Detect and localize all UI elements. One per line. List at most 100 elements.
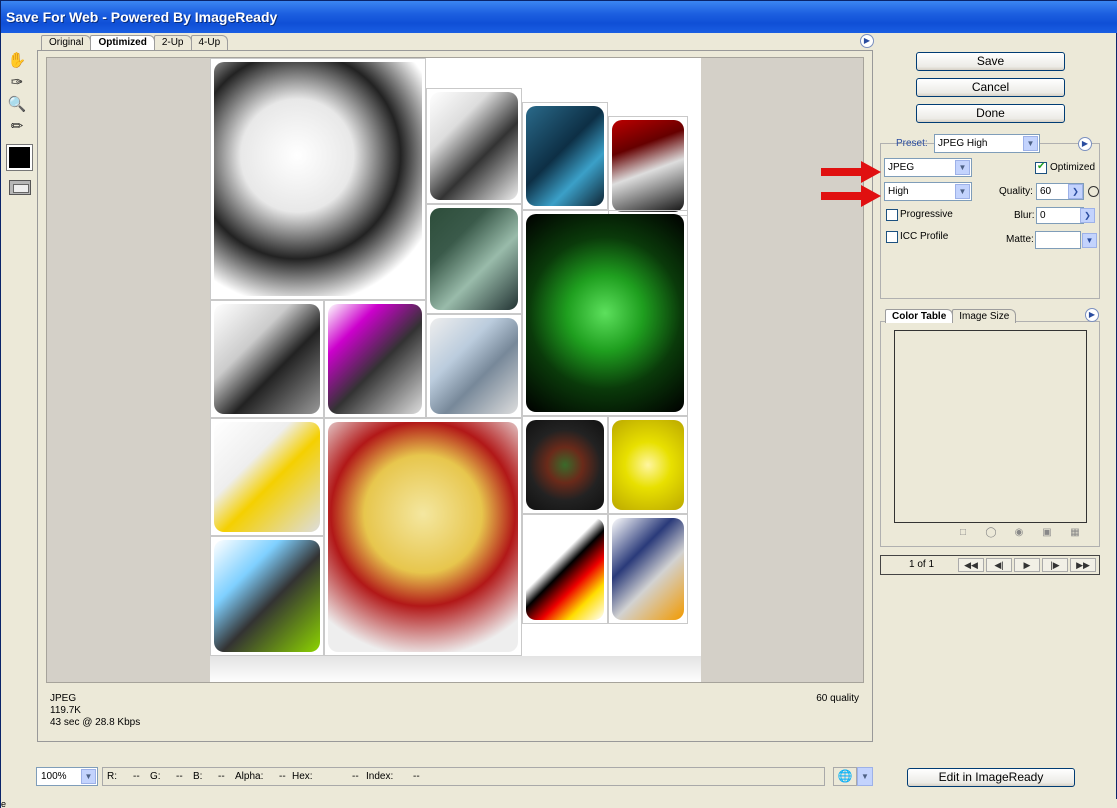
tab-4-up[interactable]: 4-Up [190,35,229,50]
color-table-tabs: Color Table Image Size [885,309,1017,323]
collage-tile-pink-grunge [324,300,426,418]
collage-tile-music [210,58,426,300]
collage-tile-film-strip [608,514,688,624]
preview-in-browser-button[interactable]: 🌐 [833,767,857,786]
collage-image [210,58,701,682]
eyedropper-tool-icon[interactable]: ✏ [5,115,29,137]
color-table-actions: □ ◯ ◉ ▣ ▦ [956,527,1096,539]
optimized-checkbox[interactable] [1035,161,1047,174]
collage-tile-gun [426,314,522,418]
collage-tile-portrait-2 [522,102,608,210]
optimize-menu-icon[interactable]: ▶ [1078,137,1092,151]
save-for-web-window: Save For Web - Powered By ImageReady ✋ ✑… [0,0,1117,808]
delete-color-icon[interactable]: ▦ [1068,527,1082,539]
collage-tile-eye [522,416,608,514]
collage-tile-letter-a [522,514,608,624]
edit-in-imageready-button[interactable]: Edit in ImageReady [907,768,1075,787]
alpha-value: -- [279,771,286,782]
browser-select-chevron-down-icon[interactable]: ▼ [857,767,873,786]
tab-image-size[interactable]: Image Size [952,309,1017,323]
index-value: -- [413,771,420,782]
tab-original[interactable]: Original [41,35,92,50]
window-title: Save For Web - Powered By ImageReady [1,1,1117,33]
quality-mask-icon[interactable] [1088,186,1099,197]
preset-label: Preset: [896,138,928,149]
tab-color-table[interactable]: Color Table [885,309,954,323]
icc-profile-label: ICC Profile [900,231,949,242]
quality-label: Quality: [999,186,1033,197]
collage-tile-portrait-1 [426,88,522,204]
color-table-menu-icon[interactable]: ▶ [1085,308,1099,322]
b-value: -- [218,771,225,782]
preset-select[interactable]: JPEG High ▼ [934,134,1040,153]
optimized-label: Optimized [1050,162,1096,173]
quality-slider-arrow-icon[interactable]: ❯ [1068,184,1083,199]
zoom-level-select[interactable]: 100% ▼ [36,767,98,786]
hand-tool-icon[interactable]: ✋ [5,49,29,71]
last-frame-button[interactable]: ▶▶ [1070,558,1096,572]
zoom-level-value: 100% [41,771,67,782]
tab-2-up[interactable]: 2-Up [153,35,192,50]
preset-value: JPEG High [938,138,988,149]
blur-value: 0 [1040,210,1046,221]
blur-slider-arrow-icon[interactable]: ❯ [1080,208,1095,223]
tab-optimized[interactable]: Optimized [90,35,155,51]
collage-tile-need-for-speed [210,418,324,536]
web-shift-icon[interactable]: ◯ [984,527,998,539]
first-frame-button[interactable]: ◀◀ [958,558,984,572]
alpha-label: Alpha: [235,771,264,782]
g-value: -- [176,771,183,782]
chevron-down-icon: ▼ [955,184,970,199]
previous-frame-button[interactable]: ◀| [986,558,1012,572]
blur-field[interactable]: 0 [1036,207,1084,224]
view-tabs: Original Optimized 2-Up 4-Up [41,35,229,51]
chevron-down-icon: ▼ [81,769,96,784]
red-arrow-icon [821,185,881,207]
frame-counter: 1 of 1 [909,559,935,570]
quality-value: 60 [1040,186,1052,197]
preview-canvas[interactable] [46,57,864,683]
toolbox: ✋ ✑ 🔍 ✏ [5,49,33,195]
index-label: Index: [366,771,394,782]
save-button[interactable]: Save [916,52,1065,71]
file-format-select[interactable]: JPEG ▼ [884,158,972,177]
matte-select[interactable] [1035,231,1081,249]
progressive-label: Progressive [900,209,953,220]
r-value: -- [133,771,140,782]
done-button[interactable]: Done [916,104,1065,123]
quality-level-value: High [888,186,909,197]
document-frame: JPEG 119.7K 43 sec @ 28.8 Kbps 60 qualit… [37,50,873,742]
zoom-tool-icon[interactable]: 🔍 [5,93,29,115]
slice-select-tool-icon[interactable]: ✑ [5,71,29,93]
b-label: B: [193,771,203,782]
color-table-swatches[interactable] [894,330,1087,523]
collage-tile-vintage-poster [324,418,522,656]
collage-tile-portrait-3 [608,116,688,216]
progressive-checkbox[interactable] [886,209,898,221]
next-frame-button[interactable]: |▶ [1042,558,1068,572]
bottom-strip: e [1,799,1117,808]
collage-tile-yellow-rays [608,416,688,514]
collage-tile-girls-car [210,300,324,418]
cancel-button[interactable]: Cancel [916,78,1065,97]
play-button[interactable]: ▶ [1014,558,1040,572]
quality-level-select[interactable]: High ▼ [884,182,972,201]
r-label: R: [107,771,117,782]
collage-tile-portrait-4 [426,204,522,314]
optimized-image-info: JPEG 119.7K 43 sec @ 28.8 Kbps [50,693,140,729]
matte-chevron-down-icon[interactable]: ▼ [1082,233,1097,248]
g-label: G: [150,771,161,782]
blur-label: Blur: [1014,210,1035,221]
icc-profile-checkbox[interactable] [886,231,898,243]
chevron-down-icon: ▼ [955,160,970,175]
browser-globe-icon: 🌐 [837,769,853,783]
map-to-transparent-icon[interactable]: □ [956,527,970,539]
toggle-slices-visibility-icon[interactable] [9,180,31,195]
file-format-value: JPEG [888,162,915,173]
lock-color-icon[interactable]: ◉ [1012,527,1026,539]
matte-label: Matte: [1006,234,1034,245]
preview-menu-icon[interactable]: ▶ [860,34,874,48]
eyedropper-color-swatch[interactable] [6,144,33,171]
info-quality: 60 quality [816,693,859,704]
new-color-icon[interactable]: ▣ [1040,527,1054,539]
